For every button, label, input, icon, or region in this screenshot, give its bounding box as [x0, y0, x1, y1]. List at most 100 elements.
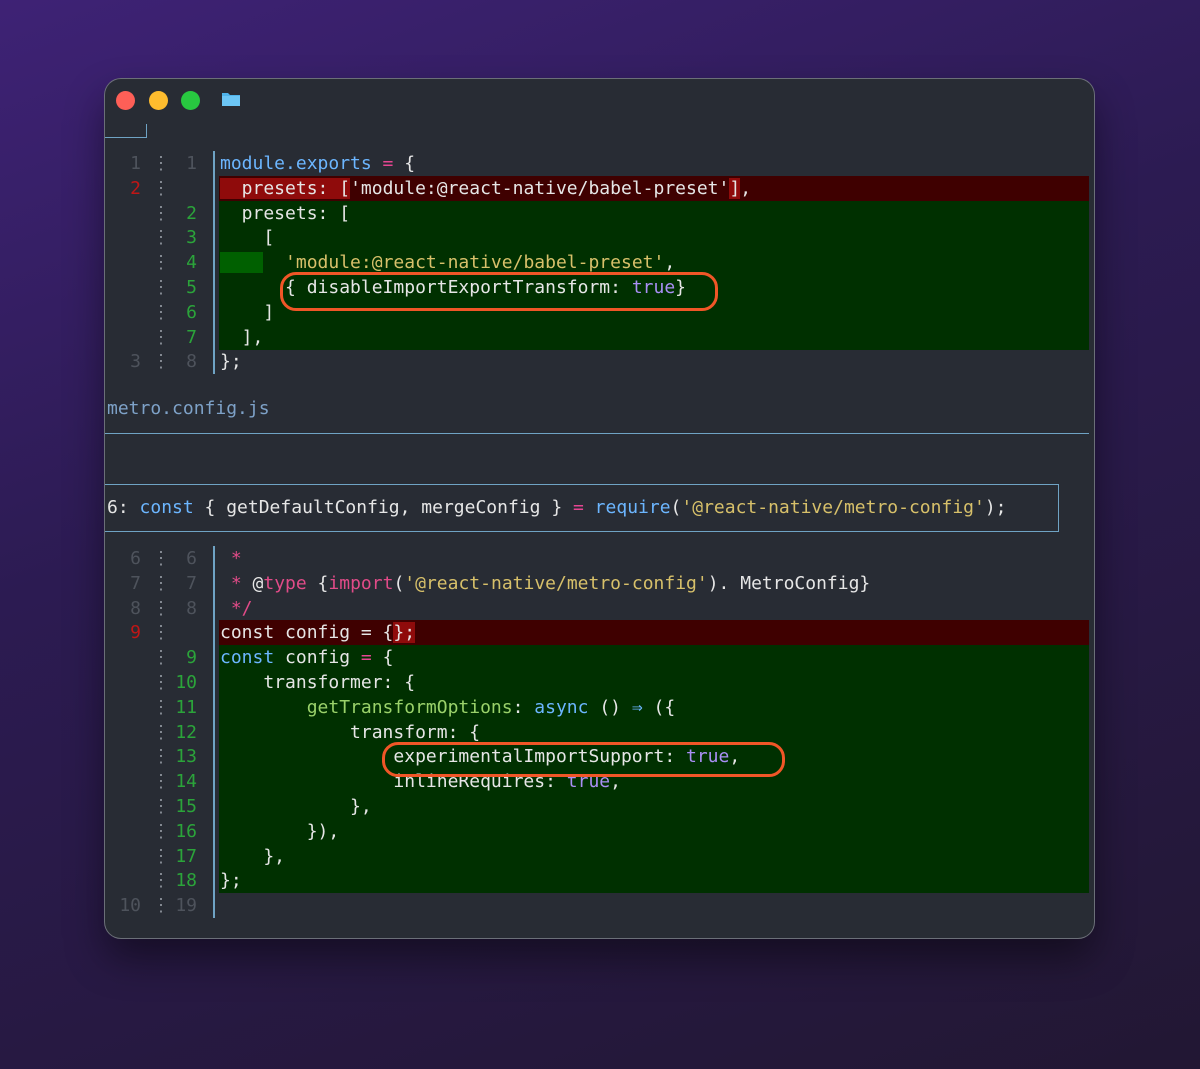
code-text: };: [220, 349, 242, 374]
code-token: config: [274, 647, 361, 669]
code-text: }),: [220, 819, 340, 844]
new-line-number: 8: [186, 597, 197, 619]
code-token: };: [220, 870, 242, 892]
diff-line-add: ⋮ 16 }),: [105, 818, 1094, 844]
line-gutter: ⋮ 18: [105, 868, 211, 893]
tab-marker: [105, 124, 147, 138]
code-text: getTransformOptions: async () ⇒ ({: [220, 695, 676, 720]
gutter-colon: ⋮: [152, 177, 170, 199]
file-divider: [105, 433, 1089, 434]
line-gutter: 8 ⋮ 8: [105, 596, 211, 621]
code-text: presets: [: [220, 201, 350, 226]
line-gutter: ⋮ 16: [105, 819, 211, 844]
new-line-number: 12: [175, 721, 197, 743]
new-line-number: 17: [175, 845, 197, 867]
highlight-oval-experimental-import: [382, 742, 785, 777]
code-token: presets:: [220, 177, 340, 199]
code-text: },: [220, 794, 372, 819]
minimize-button[interactable]: [149, 91, 168, 110]
code-token: transformer: {: [220, 672, 416, 693]
line-background: [219, 818, 1089, 844]
old-line-number: 3: [130, 351, 141, 373]
code-token: ,: [740, 177, 752, 199]
code-token: (: [393, 572, 405, 594]
diff-line-ctx: 1 ⋮ 1 module.exports = {: [105, 151, 1094, 176]
code-token: '@react-native/metro-config': [681, 497, 985, 518]
code-text: },: [220, 844, 285, 869]
code-text: module.exports = {: [220, 151, 415, 176]
line-gutter: ⋮ 7: [105, 325, 211, 350]
new-line-number: 3: [186, 227, 197, 249]
code-token: [220, 252, 264, 274]
diff-line-add: ⋮ 15 },: [105, 794, 1094, 819]
code-token: (: [670, 497, 682, 518]
hunk-line-number: 6:: [107, 497, 140, 518]
code-token: =: [573, 497, 584, 518]
code-token: };: [393, 622, 416, 644]
line-gutter: ⋮ 14: [105, 769, 211, 794]
code-text: };: [220, 868, 242, 893]
diff-line-add: ⋮ 2 presets: [: [105, 200, 1094, 226]
code-token: {: [371, 647, 394, 669]
code-token: module.exports: [220, 153, 372, 174]
diff-line-ctx: 3 ⋮ 8};: [105, 349, 1094, 374]
hunk-header: 6: const { getDefaultConfig, mergeConfig…: [105, 484, 1059, 532]
code-token: ],: [220, 326, 264, 348]
line-gutter: ⋮ 6: [105, 300, 211, 325]
line-gutter: 7 ⋮ 7: [105, 571, 211, 596]
hunk-code: const { getDefaultConfig, mergeConfig } …: [140, 497, 1007, 518]
zoom-button[interactable]: [181, 91, 200, 110]
old-line-number: 1: [130, 153, 141, 174]
gutter-colon: ⋮: [152, 622, 170, 644]
new-line-number: 5: [186, 277, 197, 298]
new-line-number: 10: [175, 672, 197, 693]
code-token: 'module:@react-native/babel-preset': [263, 252, 665, 274]
line-gutter: 2 ⋮: [105, 176, 211, 201]
line-gutter: ⋮ 2: [105, 201, 211, 226]
code-text: [: [220, 225, 274, 250]
code-text: */: [220, 596, 253, 621]
close-button[interactable]: [116, 91, 135, 110]
diff-line-del: 2 ⋮ presets: ['module:@react-native/babel…: [105, 175, 1094, 201]
new-line-number: 15: [175, 796, 197, 817]
code-text: const config = {};: [220, 620, 416, 645]
code-token: @: [252, 572, 264, 594]
code-text: transformer: {: [220, 670, 415, 695]
code-text: *: [220, 546, 242, 571]
highlight-oval-disable-import: [280, 272, 718, 311]
code-token: *: [220, 548, 242, 569]
code-token: const config = {: [220, 622, 394, 644]
diff-line-add: ⋮ 9 const config = {: [105, 645, 1094, 671]
code-token: import: [328, 572, 394, 594]
line-gutter: 10 ⋮ 19: [105, 893, 211, 918]
line-gutter: ⋮ 11: [105, 695, 211, 720]
old-line-number: 10: [119, 895, 141, 917]
code-token: *: [220, 572, 253, 594]
line-background: [219, 893, 1089, 918]
line-gutter: ⋮ 17: [105, 844, 211, 869]
line-gutter: ⋮ 9: [105, 645, 211, 670]
code-text: * @type {import('@react-native/metro-con…: [220, 571, 870, 596]
code-token: =: [371, 153, 405, 174]
code-token: presets: [: [220, 202, 351, 224]
new-line-number: 2: [186, 202, 197, 224]
code-token: (): [588, 696, 632, 718]
code-text: transform: {: [220, 720, 480, 745]
new-line-number: 16: [175, 820, 197, 842]
code-token: :: [512, 696, 535, 718]
diff-window: 1 ⋮ 1 module.exports = {2 ⋮ presets: ['modul…: [105, 79, 1094, 938]
diff-line-add: ⋮ 11 getTransformOptions: async () ⇒ ({: [105, 694, 1094, 720]
diff-line-add: ⋮ 3 [: [105, 225, 1094, 251]
new-line-number: 13: [175, 746, 197, 768]
diff-line-add: ⋮ 17 },: [105, 843, 1094, 869]
code-token: type: [263, 572, 307, 594]
new-line-number: 9: [186, 647, 197, 669]
code-text: ]: [220, 300, 274, 325]
diff-line-ctx: 10 ⋮ 19: [105, 893, 1094, 918]
line-gutter: ⋮ 15: [105, 794, 211, 819]
line-gutter: ⋮ 13: [105, 744, 211, 769]
old-line-number: 8: [130, 597, 141, 619]
folder-icon: [222, 93, 240, 106]
line-background: [219, 596, 1089, 621]
new-line-number: 6: [186, 548, 197, 569]
